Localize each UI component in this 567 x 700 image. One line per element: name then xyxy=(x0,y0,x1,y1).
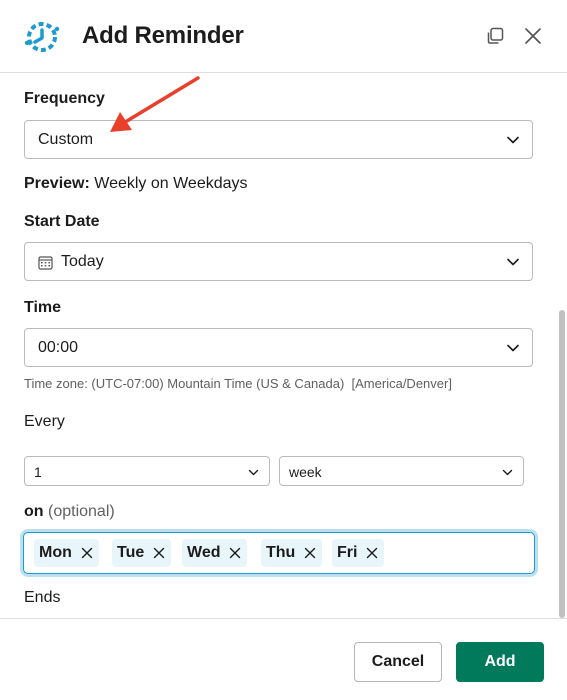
day-chip-label: Tue xyxy=(117,544,145,561)
start-date-label: Start Date xyxy=(24,213,100,230)
close-icon xyxy=(367,547,378,559)
day-chip-mon[interactable]: Mon xyxy=(34,539,99,567)
remove-day-button[interactable] xyxy=(303,546,317,560)
ends-label: Ends xyxy=(24,589,61,606)
day-chip-label: Fri xyxy=(337,544,358,561)
every-label: Every xyxy=(24,413,65,430)
time-value: 00:00 xyxy=(38,339,79,356)
cancel-button[interactable]: Cancel xyxy=(354,642,442,682)
add-reminder-modal: Add Reminder Frequency Custom Preview: W… xyxy=(0,0,567,700)
time-label: Time xyxy=(24,299,62,316)
close-icon xyxy=(305,547,316,559)
on-optional-text: (optional) xyxy=(48,503,115,520)
calendar-icon xyxy=(38,256,53,270)
preview-value: Weekly on Weekdays xyxy=(94,175,248,192)
chevron-down-icon xyxy=(507,136,519,144)
day-chip-label: Mon xyxy=(39,544,72,561)
every-count-value: 1 xyxy=(34,464,42,480)
day-chip-label: Thu xyxy=(266,544,296,561)
preview-label: Preview: xyxy=(24,175,90,192)
frequency-label: Frequency xyxy=(24,90,105,107)
reminder-clock-icon xyxy=(24,22,60,52)
day-chip-label: Wed xyxy=(187,544,221,561)
chevron-down-icon xyxy=(502,469,513,476)
on-label-text: on xyxy=(24,503,44,520)
day-chip-thu[interactable]: Thu xyxy=(261,539,323,567)
start-date-select[interactable]: Today xyxy=(24,242,533,281)
close-icon xyxy=(525,28,541,44)
close-icon xyxy=(81,547,93,559)
every-unit-value: week xyxy=(289,464,322,480)
frequency-value: Custom xyxy=(38,131,94,148)
remove-day-button[interactable] xyxy=(228,546,242,560)
chevron-down-icon xyxy=(507,258,519,266)
close-icon xyxy=(154,547,165,559)
close-button[interactable] xyxy=(521,24,545,48)
modal-footer: Cancel Add xyxy=(0,618,567,700)
frequency-select[interactable]: Custom xyxy=(24,120,533,159)
remove-day-button[interactable] xyxy=(152,546,166,560)
day-chip-tue[interactable]: Tue xyxy=(112,539,172,567)
remove-day-button[interactable] xyxy=(80,546,94,560)
add-button[interactable]: Add xyxy=(456,642,544,682)
chevron-down-icon xyxy=(507,344,519,352)
modal-title: Add Reminder xyxy=(82,22,244,49)
day-chip-wed[interactable]: Wed xyxy=(182,539,248,567)
days-multiselect[interactable]: Mon Tue Wed Thu Fri xyxy=(23,532,535,574)
modal-header: Add Reminder xyxy=(0,0,567,73)
popout-button[interactable] xyxy=(483,24,507,48)
close-icon xyxy=(230,547,241,559)
frequency-preview: Preview: Weekly on Weekdays xyxy=(24,175,248,193)
modal-body: Frequency Custom Preview: Weekly on Week… xyxy=(0,74,567,618)
time-select[interactable]: 00:00 xyxy=(24,328,533,367)
timezone-hint: Time zone: (UTC-07:00) Mountain Time (US… xyxy=(24,376,452,391)
every-count-select[interactable]: 1 xyxy=(24,456,270,486)
popout-window-icon xyxy=(487,27,504,44)
remove-day-button[interactable] xyxy=(365,546,379,560)
start-date-value: Today xyxy=(61,253,104,270)
on-label: on (optional) xyxy=(24,503,115,521)
every-unit-select[interactable]: week xyxy=(279,456,524,486)
chevron-down-icon xyxy=(248,469,259,476)
scrollbar-thumb[interactable] xyxy=(559,310,565,618)
day-chip-fri[interactable]: Fri xyxy=(332,539,385,567)
